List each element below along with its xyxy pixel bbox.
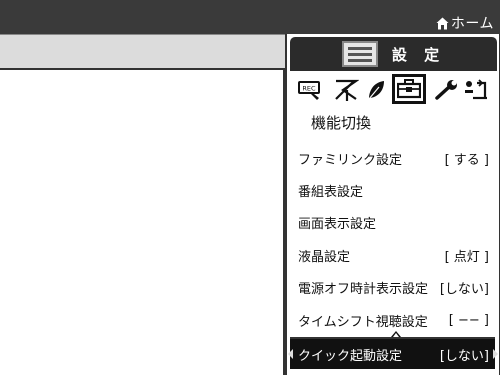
settings-icon — [341, 41, 378, 67]
settings-panel: 設 定 REC 機能切換 ファミリンク設定 [する] 番組表設定 画面表示設… — [285, 34, 500, 375]
header-bar: ホーム — [0, 0, 500, 34]
leaf-icon[interactable] — [362, 78, 390, 102]
menu-item-lcd[interactable]: 液晶設定 [ 点灯 ] — [290, 239, 495, 271]
panel-title: 設 定 — [391, 45, 446, 64]
menu-item-value: [ −− ] — [448, 312, 489, 328]
menu-item-label: 電源オフ時計表示設定 — [298, 281, 429, 297]
menu-item-value: [しない] — [439, 281, 489, 297]
section-label: 機能切換 — [311, 114, 372, 132]
menu-item-clock[interactable]: 電源オフ時計表示設定 [しない] — [290, 271, 495, 303]
menu-item-quick-start[interactable]: クイック起動設定 [しない] — [288, 331, 498, 369]
home-button[interactable]: ホーム — [436, 13, 494, 33]
menu-item-label: 画面表示設定 — [298, 216, 377, 232]
tv-settings-screen: ホーム 設 定 REC 機能切換 ファミリンク設定 [する] 番組表設定 画… — [0, 0, 500, 375]
person-antenna-icon[interactable] — [462, 78, 490, 102]
panel-header: 設 定 — [290, 37, 497, 71]
preview-area — [0, 68, 285, 375]
menu-item-label: ファミリンク設定 — [298, 152, 403, 168]
menu-item-epg[interactable]: 番組表設定 — [290, 174, 495, 206]
home-label: ホーム — [450, 16, 494, 32]
arrow-right-icon[interactable] — [493, 349, 498, 359]
arrow-left-icon[interactable] — [288, 349, 293, 359]
menu-item-famlink[interactable]: ファミリンク設定 [ する ] — [290, 142, 495, 174]
category-icon-row: REC — [290, 74, 497, 108]
home-icon — [436, 17, 449, 29]
antenna-off-icon[interactable] — [332, 78, 360, 102]
menu-item-display[interactable]: 画面表示設定 — [290, 206, 495, 238]
menu-item-label: タイムシフト視聴設定 — [298, 314, 428, 330]
wrench-icon[interactable] — [433, 78, 461, 102]
menu-item-value: [ 点灯 ] — [444, 249, 489, 265]
menu-item-label: クイック起動設定 — [298, 348, 403, 364]
rec-icon[interactable]: REC — [296, 78, 324, 102]
menu-item-label: 番組表設定 — [298, 184, 364, 200]
scroll-up-arrow-icon[interactable] — [391, 331, 401, 337]
menu-item-label: 液晶設定 — [298, 249, 351, 265]
svg-text:REC: REC — [302, 85, 316, 93]
menu-item-value: [ する ] — [444, 152, 489, 168]
toolbox-icon[interactable] — [392, 74, 426, 104]
menu-item-value: [しない] — [439, 348, 489, 364]
